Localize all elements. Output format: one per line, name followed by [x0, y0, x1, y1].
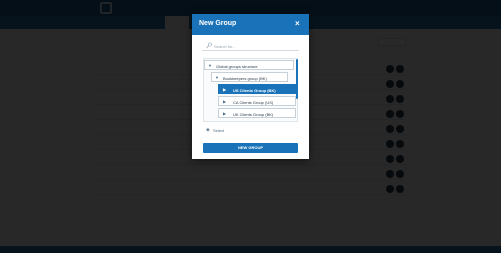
new-group-button[interactable]: NEW GROUP: [203, 143, 298, 153]
dialog-title: New Group: [199, 20, 237, 27]
tag-selector[interactable]: ◈ Select: [206, 127, 296, 134]
tree-node-label: Global groups structure: [216, 63, 258, 69]
tree-node-label: Bookkeepers group (BK): [223, 75, 267, 81]
tree-node-label: UK Clients Group (BK): [233, 111, 274, 117]
new-group-dialog: New Group × 🔎︎ ▼ Global groups structure…: [192, 14, 309, 159]
tree-node[interactable]: ▶ CA Clients Group (US): [218, 96, 296, 106]
chevron-down-icon[interactable]: ▼: [208, 63, 212, 68]
tag-label: Select: [213, 128, 225, 133]
chevron-right-icon[interactable]: ▶: [223, 99, 226, 104]
group-search: 🔎︎: [202, 42, 299, 51]
group-tree: ▼ Global groups structure ▼ Bookkeepers …: [203, 58, 298, 122]
tag-icon: ◈: [206, 127, 210, 133]
chevron-right-icon[interactable]: ▶: [223, 87, 226, 92]
chevron-down-icon[interactable]: ▼: [215, 75, 219, 80]
tree-node-root[interactable]: ▼ Global groups structure: [204, 60, 294, 70]
search-icon: 🔎︎: [206, 43, 213, 49]
tree-node[interactable]: ▶ UK Clients Group (BK): [218, 108, 296, 118]
tree-scrollbar[interactable]: [296, 59, 298, 99]
close-icon[interactable]: ×: [295, 19, 300, 28]
tree-node-label: US Clients Group (BK): [233, 87, 276, 93]
search-input[interactable]: [214, 42, 298, 50]
tree-node-group[interactable]: ▼ Bookkeepers group (BK): [211, 72, 288, 82]
tree-node-selected[interactable]: ▶ US Clients Group (BK): [218, 84, 296, 94]
chevron-right-icon[interactable]: ▶: [223, 111, 226, 116]
tree-node-label: CA Clients Group (US): [233, 99, 274, 105]
dialog-header: New Group ×: [192, 14, 309, 35]
